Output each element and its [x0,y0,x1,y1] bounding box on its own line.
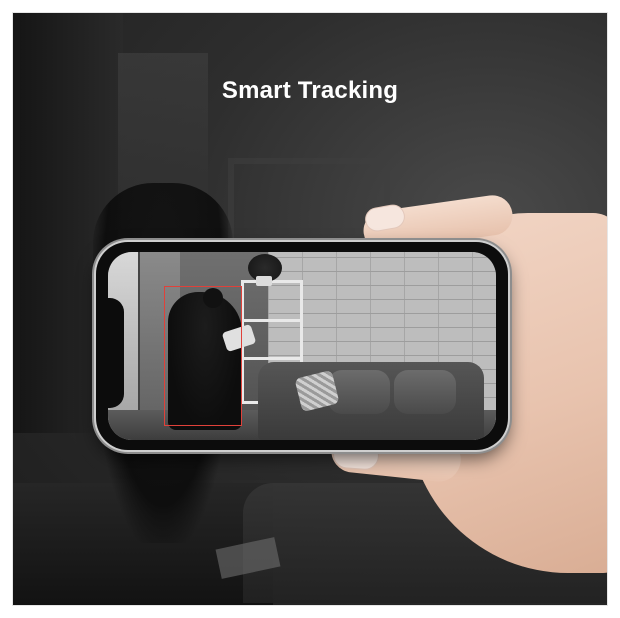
camera-feed-screen [108,252,496,440]
smartphone [96,242,508,450]
sofa-cushion [328,370,390,414]
tracking-box [164,286,242,426]
page-title: Smart Tracking [221,77,399,104]
sofa-cushion [394,370,456,414]
plant-pot [256,276,272,286]
phone-notch [108,298,124,408]
product-image-frame: Smart Tracking [13,13,607,605]
